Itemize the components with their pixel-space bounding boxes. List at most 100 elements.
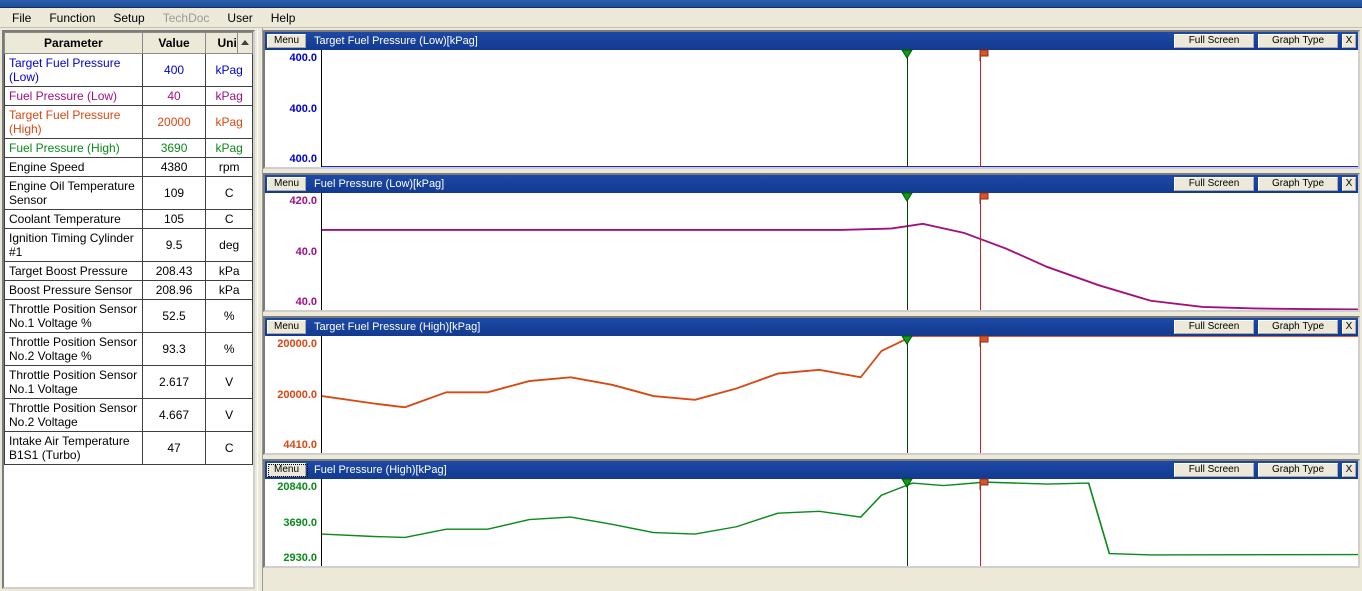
y-tick-label: 20840.0 (277, 481, 317, 493)
graph-body[interactable]: 400.0 400.0 400.0 (265, 50, 1358, 167)
menu-file[interactable]: File (4, 10, 39, 26)
table-row[interactable]: Target Fuel Pressure (Low)400kPag (5, 54, 253, 87)
graph-panel-g2: MenuFuel Pressure (Low)[kPag]Full Screen… (263, 173, 1360, 312)
graph-menu-button[interactable]: Menu (267, 177, 306, 191)
close-icon[interactable]: X (1342, 463, 1356, 477)
cursor-red[interactable] (980, 479, 981, 566)
table-row[interactable]: Ignition Timing Cylinder #19.5deg (5, 229, 253, 262)
y-tick-label: 400.0 (289, 153, 317, 165)
fullscreen-button[interactable]: Full Screen (1174, 177, 1254, 191)
menu-help[interactable]: Help (263, 10, 304, 26)
marker-green-arrow-icon[interactable] (900, 334, 914, 348)
cursor-green[interactable] (907, 336, 908, 453)
cursor-red[interactable] (980, 336, 981, 453)
table-row[interactable]: Fuel Pressure (High)3690kPag (5, 139, 253, 158)
param-unit: kPag (206, 139, 253, 158)
graph-panel-g4: MenuFuel Pressure (High)[kPag]Full Scree… (263, 459, 1360, 568)
marker-red-flag-icon[interactable] (978, 48, 992, 62)
table-row[interactable]: Boost Pressure Sensor208.96kPa (5, 281, 253, 300)
param-value: 4380 (142, 158, 206, 177)
y-tick-label: 420.0 (289, 195, 317, 207)
cursor-red[interactable] (980, 193, 981, 310)
marker-green-arrow-icon[interactable] (900, 191, 914, 205)
y-axis: 400.0 400.0 400.0 (265, 50, 321, 167)
fullscreen-button[interactable]: Full Screen (1174, 34, 1254, 48)
graphtype-button[interactable]: Graph Type (1258, 177, 1338, 191)
menu-setup[interactable]: Setup (105, 10, 152, 26)
cursor-red[interactable] (980, 50, 981, 167)
plot-area[interactable] (321, 479, 1358, 566)
y-tick-label: 4410.0 (283, 439, 317, 451)
param-unit: C (206, 432, 253, 465)
param-value: 208.96 (142, 281, 206, 300)
param-scroll-button[interactable] (237, 32, 253, 54)
param-name: Throttle Position Sensor No.2 Voltage % (5, 333, 143, 366)
close-icon[interactable]: X (1342, 177, 1356, 191)
close-icon[interactable]: X (1342, 320, 1356, 334)
fullscreen-button[interactable]: Full Screen (1174, 463, 1254, 477)
param-value: 40 (142, 87, 206, 106)
param-unit: C (206, 177, 253, 210)
cursor-green[interactable] (907, 479, 908, 566)
marker-green-arrow-icon[interactable] (900, 477, 914, 491)
table-row[interactable]: Throttle Position Sensor No.2 Voltage %9… (5, 333, 253, 366)
y-tick-label: 20000.0 (277, 338, 317, 350)
table-row[interactable]: Coolant Temperature105C (5, 210, 253, 229)
cursor-green[interactable] (907, 50, 908, 167)
plot-area[interactable] (321, 50, 1358, 167)
table-row[interactable]: Target Boost Pressure208.43kPa (5, 262, 253, 281)
y-tick-label: 400.0 (289, 103, 317, 115)
param-name: Target Boost Pressure (5, 262, 143, 281)
graph-body[interactable]: 420.040.040.0 (265, 193, 1358, 310)
param-unit: kPag (206, 106, 253, 139)
param-unit: % (206, 333, 253, 366)
param-value: 47 (142, 432, 206, 465)
header-parameter[interactable]: Parameter (5, 33, 143, 54)
graph-title: Target Fuel Pressure (High)[kPag] (310, 321, 480, 333)
graph-area: MenuTarget Fuel Pressure (Low)[kPag]Full… (263, 28, 1362, 591)
menu-function[interactable]: Function (41, 10, 103, 26)
header-value[interactable]: Value (142, 33, 206, 54)
marker-green-arrow-icon[interactable] (900, 48, 914, 62)
param-value: 400 (142, 54, 206, 87)
marker-red-flag-icon[interactable] (978, 477, 992, 491)
cursor-green[interactable] (907, 193, 908, 310)
workspace: Parameter Value Unit Target Fuel Pressur… (0, 28, 1362, 591)
close-icon[interactable]: X (1342, 34, 1356, 48)
param-value: 208.43 (142, 262, 206, 281)
y-tick-label: 400.0 (289, 52, 317, 64)
parameter-panel: Parameter Value Unit Target Fuel Pressur… (2, 30, 255, 589)
graph-menu-button[interactable]: Menu (267, 463, 306, 477)
param-unit: C (206, 210, 253, 229)
table-row[interactable]: Throttle Position Sensor No.1 Voltage %5… (5, 300, 253, 333)
param-name: Throttle Position Sensor No.2 Voltage (5, 399, 143, 432)
graph-menu-button[interactable]: Menu (267, 320, 306, 334)
table-row[interactable]: Engine Oil Temperature Sensor109C (5, 177, 253, 210)
param-value: 4.667 (142, 399, 206, 432)
y-axis: 20000.020000.04410.0 (265, 336, 321, 453)
fullscreen-button[interactable]: Full Screen (1174, 320, 1254, 334)
table-row[interactable]: Throttle Position Sensor No.2 Voltage4.6… (5, 399, 253, 432)
marker-red-flag-icon[interactable] (978, 334, 992, 348)
menu-user[interactable]: User (219, 10, 260, 26)
y-tick-label: 2930.0 (283, 552, 317, 564)
graph-body[interactable]: 20840.03690.02930.0 (265, 479, 1358, 566)
graphtype-button[interactable]: Graph Type (1258, 34, 1338, 48)
table-row[interactable]: Throttle Position Sensor No.1 Voltage2.6… (5, 366, 253, 399)
table-row[interactable]: Fuel Pressure (Low)40kPag (5, 87, 253, 106)
parameter-table: Parameter Value Unit Target Fuel Pressur… (4, 32, 253, 465)
graph-menu-button[interactable]: Menu (267, 34, 306, 48)
param-unit: kPag (206, 54, 253, 87)
param-value: 9.5 (142, 229, 206, 262)
plot-area[interactable] (321, 193, 1358, 310)
param-unit: deg (206, 229, 253, 262)
param-name: Fuel Pressure (Low) (5, 87, 143, 106)
graphtype-button[interactable]: Graph Type (1258, 320, 1338, 334)
graphtype-button[interactable]: Graph Type (1258, 463, 1338, 477)
table-row[interactable]: Target Fuel Pressure (High)20000kPag (5, 106, 253, 139)
marker-red-flag-icon[interactable] (978, 191, 992, 205)
graph-body[interactable]: 20000.020000.04410.0 (265, 336, 1358, 453)
table-row[interactable]: Engine Speed4380rpm (5, 158, 253, 177)
plot-area[interactable] (321, 336, 1358, 453)
table-row[interactable]: Intake Air Temperature B1S1 (Turbo)47C (5, 432, 253, 465)
